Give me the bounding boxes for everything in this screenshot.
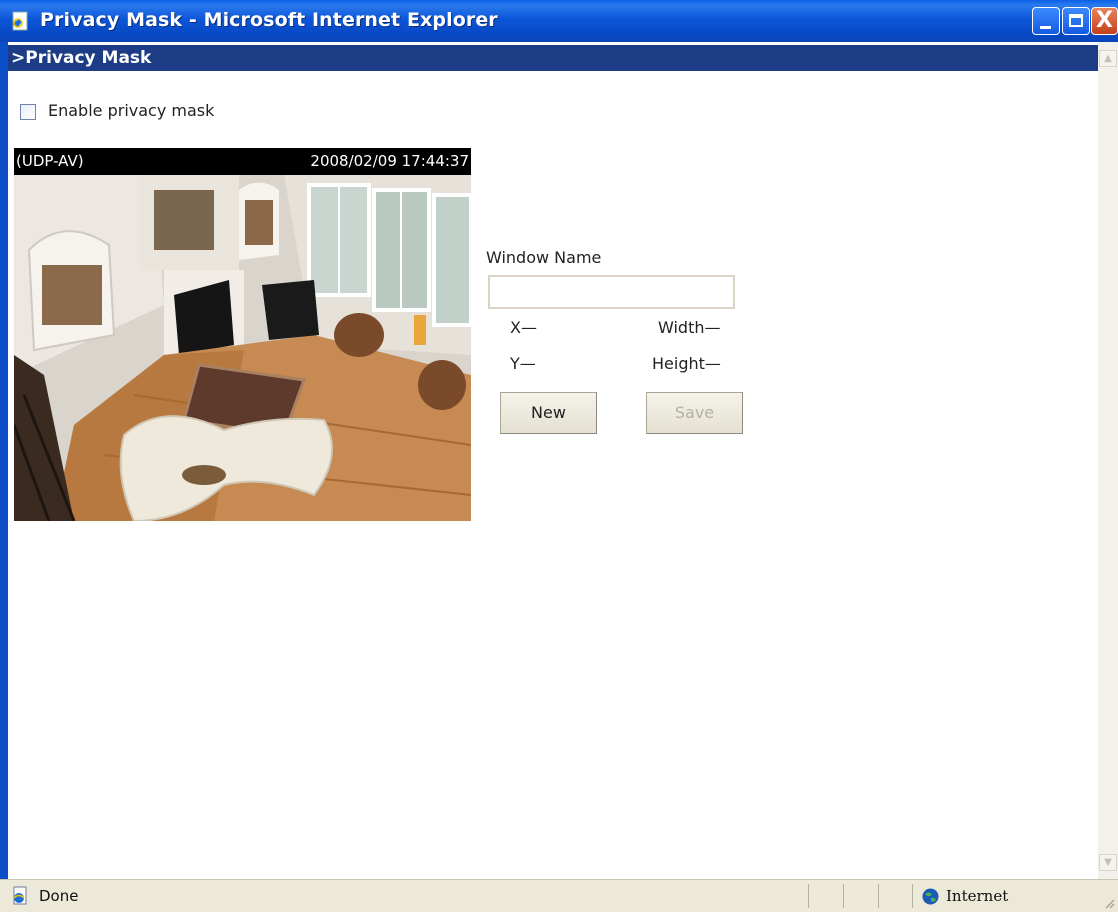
- minimize-icon: [1040, 26, 1051, 29]
- page-header: >Privacy Mask: [8, 45, 1098, 71]
- live-video-view[interactable]: [14, 175, 471, 521]
- camera-header: (UDP-AV) 2008/02/09 17:44:37: [14, 148, 471, 175]
- globe-icon: [922, 888, 939, 905]
- window-name-input[interactable]: [488, 275, 735, 309]
- camera-timestamp: 2008/02/09 17:44:37: [310, 152, 469, 170]
- scroll-up-icon[interactable]: ▲: [1099, 50, 1117, 67]
- status-divider: [912, 884, 913, 908]
- scroll-down-icon[interactable]: ▼: [1099, 854, 1117, 871]
- window-title: Privacy Mask - Microsoft Internet Explor…: [40, 9, 498, 31]
- maximize-icon: [1069, 14, 1083, 27]
- status-divider: [808, 884, 809, 908]
- status-bar: Done Internet: [0, 879, 1118, 912]
- camera-mode: (UDP-AV): [16, 152, 84, 170]
- status-divider: [843, 884, 844, 908]
- title-bar[interactable]: Privacy Mask - Microsoft Internet Explor…: [0, 0, 1118, 42]
- window-name-label: Window Name: [486, 248, 602, 267]
- maximize-button[interactable]: [1062, 7, 1090, 35]
- width-label: Width—: [658, 318, 721, 337]
- video-frame: [14, 175, 471, 521]
- vertical-scrollbar[interactable]: ▲ ▼: [1098, 42, 1118, 879]
- status-text: Done: [39, 887, 79, 905]
- new-button[interactable]: New: [500, 392, 597, 434]
- save-button[interactable]: Save: [646, 392, 743, 434]
- height-label: Height—: [652, 354, 721, 373]
- y-label: Y—: [510, 354, 536, 373]
- minimize-button[interactable]: [1032, 7, 1060, 35]
- close-button[interactable]: X: [1091, 7, 1118, 35]
- enable-privacy-mask-label[interactable]: Enable privacy mask: [48, 101, 214, 120]
- window-left-border: [0, 42, 8, 911]
- enable-privacy-mask-checkbox[interactable]: [20, 104, 36, 120]
- x-label: X—: [510, 318, 537, 337]
- ie-page-icon: [13, 886, 27, 905]
- security-zone-label: Internet: [946, 887, 1009, 905]
- page-content: >Privacy Mask Enable privacy mask (UDP-A…: [8, 42, 1098, 879]
- close-icon: X: [1096, 8, 1113, 33]
- status-divider: [878, 884, 879, 908]
- ie-page-icon: [12, 11, 28, 31]
- resize-grip-icon[interactable]: [1103, 897, 1115, 909]
